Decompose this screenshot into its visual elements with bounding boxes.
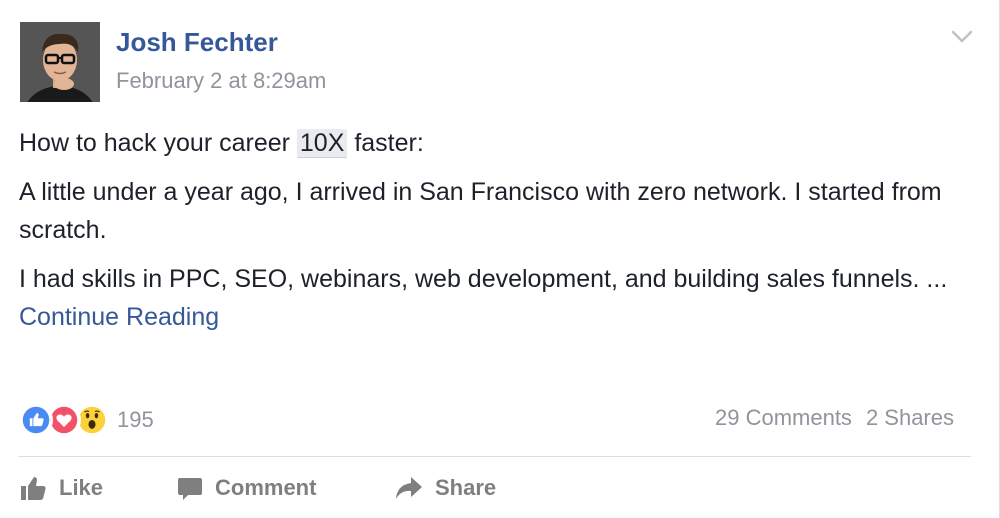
action-bar: Like Comment Share	[19, 470, 496, 506]
comments-count-link[interactable]: 29 Comments	[715, 405, 852, 431]
continue-reading-link[interactable]: Continue Reading	[19, 303, 219, 331]
comment-bubble-icon	[178, 478, 202, 500]
post-timestamp[interactable]: February 2 at 8:29am	[116, 68, 326, 94]
post-headline: How to hack your career 10X faster:	[19, 124, 959, 162]
like-label: Like	[59, 475, 104, 500]
avatar[interactable]	[20, 22, 100, 102]
like-reaction-icon	[19, 403, 53, 437]
post-paragraph: I had skills in PPC, SEO, webinars, web …	[19, 265, 948, 293]
headline-text-before: How to hack your career	[19, 129, 297, 157]
shares-count-link[interactable]: 2 Shares	[866, 405, 954, 431]
divider	[19, 456, 971, 457]
comment-button[interactable]: Comment	[177, 470, 395, 506]
thumbs-up-icon	[21, 477, 46, 500]
author-name[interactable]: Josh Fechter	[116, 27, 278, 58]
reactions-summary[interactable]: 195	[19, 402, 154, 438]
profile-photo	[20, 22, 100, 102]
post-paragraph: A little under a year ago, I arrived in …	[19, 178, 942, 244]
highlighted-term[interactable]: 10X	[296, 129, 348, 158]
post-body: How to hack your career 10X faster: A li…	[19, 124, 959, 336]
headline-text-after: faster:	[347, 129, 424, 157]
reaction-count[interactable]: 195	[117, 407, 154, 433]
share-label: Share	[435, 475, 497, 500]
like-button[interactable]: Like	[19, 470, 177, 506]
comment-label: Comment	[215, 475, 317, 500]
share-arrow-icon	[396, 477, 422, 499]
post-card: Josh Fechter February 2 at 8:29am How to…	[0, 0, 1000, 518]
share-button[interactable]: Share	[395, 470, 496, 506]
post-stats: 29 Comments 2 Shares	[715, 405, 954, 431]
chevron-down-icon[interactable]	[950, 28, 974, 46]
